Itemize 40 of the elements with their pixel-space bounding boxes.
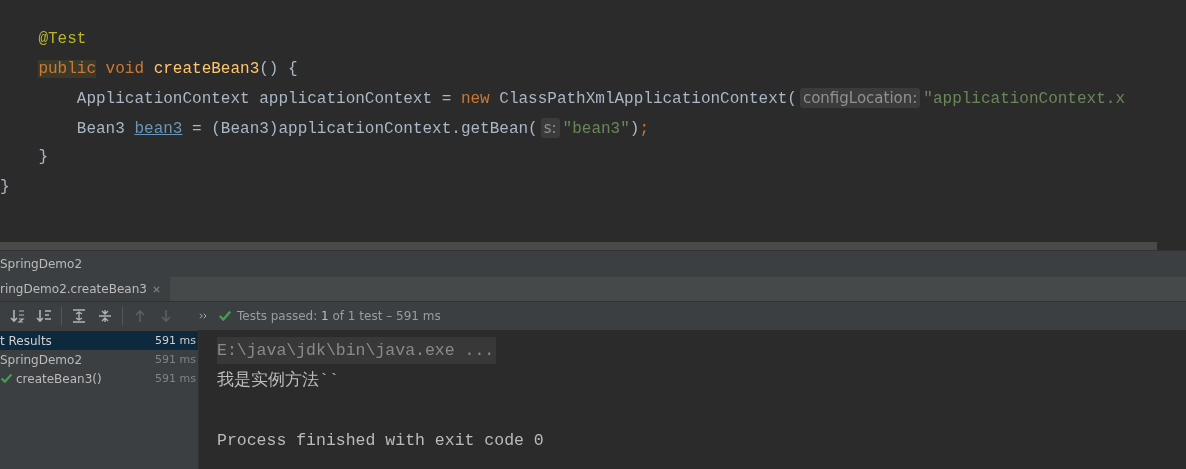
sort-alpha-icon[interactable] [10, 308, 26, 324]
code-text: = (Bean3)applicationContext.getBean( [191, 119, 538, 138]
code-text: () { [259, 59, 298, 78]
console-line: 我是实例方法`` [217, 371, 339, 390]
code-keyword: new [460, 90, 491, 108]
run-tab[interactable]: ringDemo2.createBean3 [0, 277, 170, 301]
collapse-all-icon[interactable] [97, 308, 113, 324]
tree-row[interactable]: createBean3() 591 ms [0, 369, 198, 388]
expand-all-icon[interactable] [71, 308, 87, 324]
test-duration: 591 ms [155, 334, 196, 347]
test-name: t Results [0, 333, 52, 348]
code-text: ClassPathXmlApplicationContext( [499, 90, 797, 108]
code-text: } [0, 177, 10, 196]
check-icon [218, 309, 232, 323]
code-keyword: void [104, 59, 146, 78]
test-name: SpringDemo2 [0, 352, 82, 367]
test-duration: 591 ms [155, 372, 196, 385]
variable-name[interactable]: bean3 [134, 119, 183, 138]
code-text: ) [629, 119, 640, 138]
tree-row[interactable]: SpringDemo2 591 ms [0, 350, 198, 369]
test-duration: 591 ms [155, 353, 196, 366]
code-keyword: ; [639, 119, 649, 138]
close-icon[interactable] [151, 284, 161, 294]
code-text: Bean3 [76, 119, 126, 138]
parameter-hint: s: [540, 117, 560, 138]
tree-row[interactable]: t Results 591 ms [0, 331, 198, 350]
code-annotation: @Test [38, 30, 87, 48]
string-literal: "bean3" [562, 119, 630, 138]
code-text: } [38, 148, 48, 166]
test-name: createBean3() [16, 371, 102, 386]
sort-duration-icon[interactable] [36, 308, 52, 324]
parameter-hint: configLocation: [799, 88, 921, 108]
code-keyword: public [38, 59, 96, 78]
panel-title: SpringDemo2 [0, 257, 82, 271]
string-literal: "applicationContext.x [923, 90, 1125, 108]
scrollbar[interactable] [0, 242, 1157, 250]
console-line: Process finished with exit code 0 [217, 431, 544, 450]
test-status: Tests passed: 1 of 1 test – 591 ms [237, 309, 441, 323]
method-name: createBean3 [153, 59, 260, 78]
code-text: ApplicationContext applicationContext = [76, 90, 453, 108]
